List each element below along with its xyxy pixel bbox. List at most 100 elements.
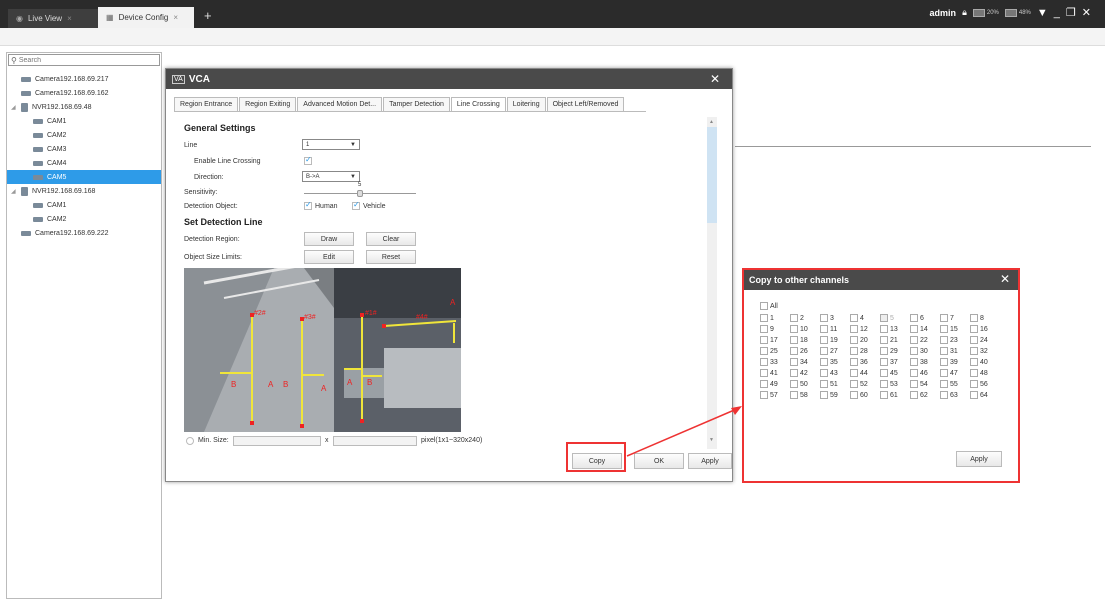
checkbox-box[interactable] (760, 391, 768, 399)
channel-checkbox[interactable]: 40 (970, 358, 988, 366)
channel-checkbox[interactable]: 25 (760, 347, 778, 355)
channel-checkbox[interactable]: 20 (850, 336, 868, 344)
vca-tab[interactable]: Loitering (506, 97, 546, 111)
scrollbar-thumb[interactable] (707, 127, 717, 223)
channel-checkbox[interactable]: 33 (760, 358, 778, 366)
channel-checkbox[interactable]: 41 (760, 369, 778, 377)
checkbox-box[interactable] (760, 336, 768, 344)
human-checkbox[interactable] (304, 200, 312, 210)
enable-line-crossing-checkbox[interactable] (304, 155, 312, 165)
channel-checkbox[interactable]: 39 (940, 358, 958, 366)
checkbox-box[interactable] (970, 391, 978, 399)
channel-checkbox[interactable]: 18 (790, 336, 808, 344)
tree-item[interactable]: Camera192.168.69.162 (7, 86, 161, 100)
close-icon[interactable]: × (173, 13, 178, 22)
vca-tab[interactable]: Line Crossing (450, 97, 506, 111)
channel-checkbox[interactable]: 28 (850, 347, 868, 355)
minimize-icon[interactable]: _ (1054, 7, 1060, 19)
channel-checkbox[interactable]: 53 (880, 380, 898, 388)
channel-checkbox[interactable]: 3 (820, 314, 834, 322)
channel-checkbox[interactable]: 48 (970, 369, 988, 377)
lock-icon[interactable]: 🔒︎ (962, 7, 967, 18)
checkbox-box[interactable] (820, 380, 828, 388)
channel-checkbox[interactable]: 51 (820, 380, 838, 388)
channel-checkbox[interactable]: 11 (820, 325, 837, 333)
channel-checkbox[interactable]: 38 (910, 358, 928, 366)
checkbox-box[interactable] (970, 380, 978, 388)
checkbox-box[interactable] (880, 369, 888, 377)
checkbox-box[interactable] (820, 347, 828, 355)
sensitivity-slider-handle[interactable] (357, 190, 363, 197)
min-size-height-input[interactable] (333, 436, 417, 446)
tree-item[interactable]: ◢ NVR192.168.69.48 (7, 100, 161, 114)
clear-button[interactable]: Clear (366, 232, 416, 246)
tree-item[interactable]: CAM3 (7, 142, 161, 156)
checkbox-box[interactable] (910, 391, 918, 399)
checkbox-box[interactable] (940, 358, 948, 366)
channel-checkbox[interactable]: 46 (910, 369, 928, 377)
checkbox-box[interactable] (760, 302, 768, 310)
channel-checkbox[interactable]: 14 (910, 325, 928, 333)
tree-item[interactable]: CAM2 (7, 128, 161, 142)
channel-checkbox[interactable]: 17 (760, 336, 778, 344)
checkbox-box[interactable] (940, 369, 948, 377)
checkbox-box[interactable] (880, 380, 888, 388)
checkbox-box[interactable] (850, 369, 858, 377)
checkbox-box[interactable] (760, 314, 768, 322)
checkbox-box[interactable] (820, 314, 828, 322)
edit-button[interactable]: Edit (304, 250, 354, 264)
checkbox-box[interactable] (760, 325, 768, 333)
checkbox-box[interactable] (760, 380, 768, 388)
channel-checkbox[interactable]: 12 (850, 325, 868, 333)
camera-preview[interactable]: #2# #3# #1# #4# A B A B A A B (184, 268, 461, 432)
channel-checkbox[interactable]: 44 (850, 369, 868, 377)
channel-checkbox[interactable]: 43 (820, 369, 838, 377)
channel-checkbox[interactable]: 36 (850, 358, 868, 366)
checkbox-box[interactable] (940, 314, 948, 322)
tree-item[interactable]: CAM4 (7, 156, 161, 170)
checkbox-box[interactable] (850, 336, 858, 344)
checkbox-box[interactable] (850, 391, 858, 399)
checkbox-box[interactable] (820, 369, 828, 377)
vca-tab[interactable]: Tamper Detection (383, 97, 450, 111)
draw-button[interactable]: Draw (304, 232, 354, 246)
checkbox-box[interactable] (880, 325, 888, 333)
checkbox-box[interactable] (910, 325, 918, 333)
channel-checkbox[interactable]: 31 (940, 347, 958, 355)
vca-tab[interactable]: Advanced Motion Det... (297, 97, 383, 111)
checkbox-box[interactable] (850, 325, 858, 333)
channel-checkbox[interactable]: 2 (790, 314, 804, 322)
channel-checkbox[interactable]: 30 (910, 347, 928, 355)
checkbox-box[interactable] (790, 347, 798, 355)
checkbox-box[interactable] (820, 325, 828, 333)
checkbox-box[interactable] (970, 314, 978, 322)
checkbox-box[interactable] (790, 358, 798, 366)
channel-checkbox[interactable]: 35 (820, 358, 838, 366)
checkbox-box[interactable] (790, 336, 798, 344)
channel-checkbox[interactable]: 62 (910, 391, 928, 399)
checkbox-box[interactable] (850, 314, 858, 322)
copy-apply-button[interactable]: Apply (956, 451, 1002, 467)
checkbox-box[interactable] (940, 391, 948, 399)
checkbox-box[interactable] (910, 314, 918, 322)
checkbox-box[interactable] (940, 336, 948, 344)
checkbox-box[interactable] (820, 391, 828, 399)
min-size-radio[interactable] (186, 437, 194, 445)
tree-item[interactable]: CAM2 (7, 212, 161, 226)
checkbox-box[interactable] (940, 380, 948, 388)
checkbox-box[interactable] (790, 391, 798, 399)
channel-checkbox[interactable]: 64 (970, 391, 988, 399)
min-size-width-input[interactable] (233, 436, 321, 446)
checkbox-box[interactable] (970, 325, 978, 333)
channel-checkbox[interactable]: 56 (970, 380, 988, 388)
tree-item[interactable]: CAM1 (7, 198, 161, 212)
scroll-up-icon[interactable]: ▲ (709, 119, 714, 125)
channel-checkbox[interactable]: 29 (880, 347, 898, 355)
checkbox-box[interactable] (880, 391, 888, 399)
channel-checkbox[interactable]: 13 (880, 325, 898, 333)
tree-item[interactable]: Camera192.168.69.217 (7, 72, 161, 86)
checkbox-box[interactable] (760, 358, 768, 366)
close-icon[interactable]: ✕ (710, 72, 720, 86)
channel-checkbox[interactable]: 49 (760, 380, 778, 388)
channel-checkbox[interactable]: 22 (910, 336, 928, 344)
